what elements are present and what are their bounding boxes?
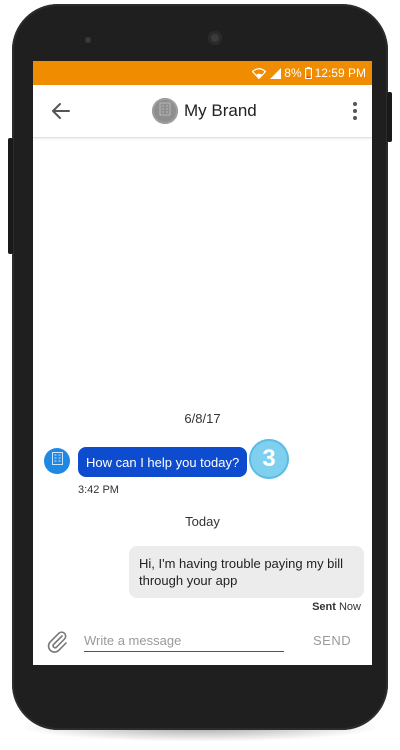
front-camera (208, 31, 222, 45)
incoming-message-time: 3:42 PM (78, 484, 119, 496)
sensor-dot (85, 37, 91, 43)
page-title: My Brand (184, 101, 257, 120)
send-button[interactable]: SEND (313, 633, 351, 648)
battery-percent: 8% (284, 66, 302, 80)
incoming-message-bubble: How can I help you today? (78, 447, 248, 477)
wifi-icon (252, 67, 267, 79)
conversation-header: My Brand (152, 98, 257, 124)
signal-icon (269, 67, 282, 79)
brand-avatar (152, 98, 178, 124)
sent-time: Now (338, 601, 361, 613)
status-time: 12:59 PM (314, 66, 366, 80)
paperclip-icon[interactable] (45, 629, 69, 653)
date-separator: 6/8/17 (184, 411, 221, 426)
agent-avatar (44, 448, 70, 474)
outgoing-message-bubble: Hi, I'm having trouble paying my bill th… (129, 546, 364, 598)
step-badge: 3 (249, 439, 289, 479)
sent-status-label: Sent (312, 601, 336, 613)
battery-icon (304, 67, 312, 79)
message-composer: SEND (33, 621, 372, 665)
message-status: Sent Now (312, 601, 361, 613)
today-separator: Today (185, 514, 220, 529)
arrow-left-icon[interactable] (49, 99, 73, 123)
building-icon (51, 452, 63, 470)
phone-screen: 8% 12:59 PM My Brand 6/8/17 How can I he… (33, 61, 372, 665)
building-icon (159, 102, 171, 121)
status-bar: 8% 12:59 PM (33, 61, 372, 85)
power-button (387, 92, 392, 142)
app-bar: My Brand (33, 85, 372, 138)
more-vert-icon[interactable] (352, 101, 358, 121)
message-input[interactable] (84, 629, 284, 652)
volume-button (8, 138, 13, 254)
